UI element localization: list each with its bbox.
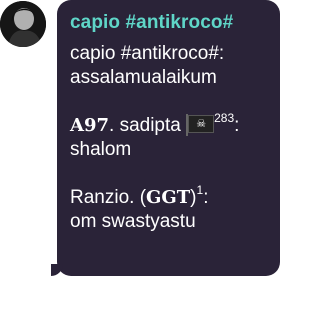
pirate-flag-icon: ☠ (186, 114, 215, 136)
message-line: Ranzio. (GGT)1: (70, 184, 280, 210)
avatar-image (0, 1, 46, 47)
message-bubble[interactable]: capio #antikroco# capio #antikroco#: ass… (51, 0, 280, 276)
message-text: : (203, 187, 209, 208)
message-line: shalom (70, 139, 132, 160)
message-tag: GGT (146, 187, 191, 208)
message-paragraph-2: A97. sadipta ☠ 283: shalom (70, 111, 280, 162)
message-line: assalamualaikum (70, 67, 217, 88)
message-body: capio #antikroco#: assalamualaikum A97. … (70, 42, 280, 234)
message-text: : (234, 115, 240, 136)
skull-icon: ☠ (196, 117, 207, 130)
message-line: A97. sadipta ☠ 283: (70, 111, 280, 138)
message-text: . sadipta (109, 115, 181, 136)
message-tag: A97 (70, 115, 110, 136)
superscript: 283 (214, 111, 235, 125)
message-paragraph-1: capio #antikroco#: assalamualaikum (70, 42, 280, 90)
message-text: Ranzio. ( (70, 187, 147, 208)
message-paragraph-3: Ranzio. (GGT)1: om swastyastu (70, 184, 280, 234)
flag-pole (186, 114, 189, 136)
message-line: capio #antikroco#: (70, 43, 225, 64)
chat-message-row: capio #antikroco# capio #antikroco#: ass… (0, 0, 280, 320)
message-line: om swastyastu (70, 211, 196, 232)
avatar[interactable] (0, 1, 46, 47)
sender-name[interactable]: capio #antikroco# (70, 12, 280, 34)
